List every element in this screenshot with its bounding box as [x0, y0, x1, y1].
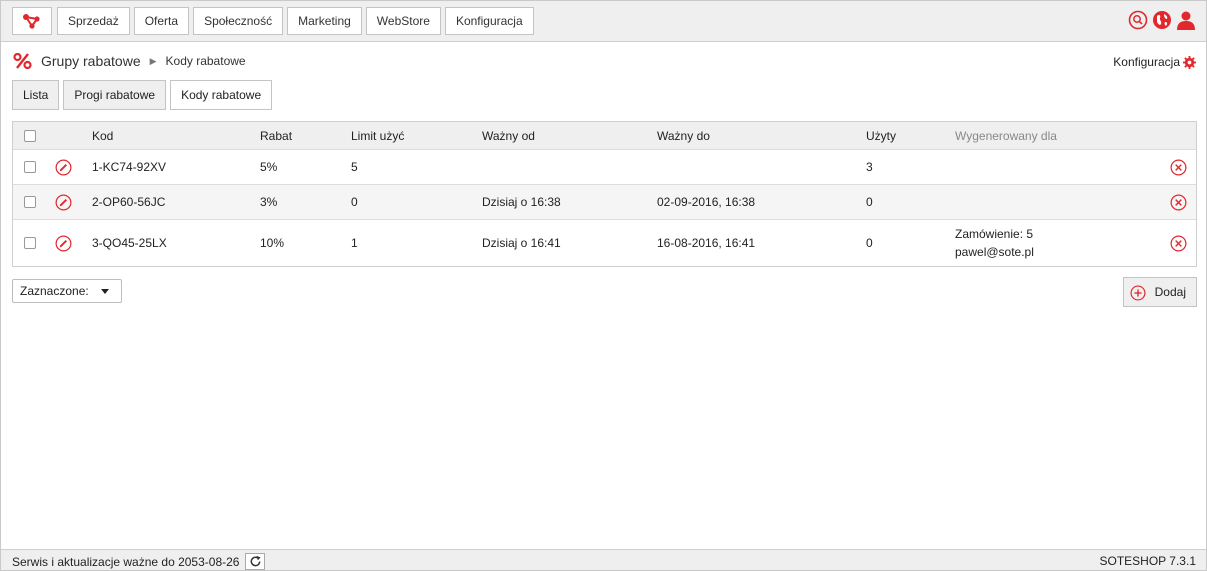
column-header-limit[interactable]: Limit użyć — [351, 129, 404, 143]
tab-lista[interactable]: Lista — [12, 80, 60, 110]
tab-bar: Lista Progi rabatowe Kody rabatowe — [12, 80, 273, 110]
gear-icon — [1183, 55, 1196, 69]
delete-icon[interactable] — [1170, 159, 1187, 176]
nav-spolecznosc[interactable]: Społeczność — [193, 7, 284, 35]
top-right-icons — [1128, 10, 1196, 30]
main-menu: Sprzedaż Oferta Społeczność Marketing We… — [57, 7, 534, 35]
cell-kod: 2-OP60-56JC — [92, 195, 166, 209]
cell-uzyty: 3 — [866, 160, 873, 174]
percent-icon — [13, 53, 32, 69]
row-checkbox[interactable] — [24, 161, 36, 173]
delete-icon[interactable] — [1170, 194, 1187, 211]
add-button[interactable]: Dodaj — [1123, 277, 1197, 307]
home-logo-button[interactable] — [12, 7, 52, 35]
column-header-wazny-od[interactable]: Ważny od — [482, 129, 535, 143]
cell-limit: 0 — [351, 195, 358, 209]
cell-limit: 1 — [351, 236, 358, 250]
tab-progi-rabatowe[interactable]: Progi rabatowe — [63, 80, 167, 110]
row-checkbox[interactable] — [24, 196, 36, 208]
refresh-icon — [250, 555, 261, 567]
discount-codes-table: Kod Rabat Limit użyć Ważny od Ważny do U… — [12, 121, 1197, 267]
tab-kody-rabatowe[interactable]: Kody rabatowe — [170, 80, 273, 110]
table-row: 1-KC74-92XV 5% 5 3 — [13, 150, 1196, 185]
cell-rabat: 10% — [260, 236, 285, 250]
cell-uzyty: 0 — [866, 195, 873, 209]
selected-actions-dropdown[interactable]: Zaznaczone: — [12, 279, 122, 303]
cell-uzyty: 0 — [866, 236, 873, 250]
cell-limit: 5 — [351, 160, 358, 174]
version-label: SOTESHOP 7.3.1 — [1099, 554, 1197, 568]
cell-wygenerowany-dla: Zamówienie: 5 pawel@sote.pl — [955, 225, 1034, 261]
table-header: Kod Rabat Limit użyć Ważny od Ważny do U… — [13, 122, 1196, 150]
edit-icon[interactable] — [55, 159, 72, 176]
cell-gen-line1: Zamówienie: 5 — [955, 227, 1034, 241]
cell-wazny-do: 16-08-2016, 16:41 — [657, 236, 756, 250]
select-all-checkbox[interactable] — [24, 130, 36, 142]
footer-service: Serwis i aktualizacje ważne do 2053-08-2… — [12, 553, 266, 570]
breadcrumb-section[interactable]: Grupy rabatowe — [41, 53, 141, 69]
globe-icon[interactable] — [1152, 10, 1172, 30]
row-checkbox[interactable] — [24, 237, 36, 249]
delete-icon[interactable] — [1170, 235, 1187, 252]
user-icon[interactable] — [1176, 10, 1196, 30]
table-row: 3-QO45-25LX 10% 1 Dzisiaj o 16:41 16-08-… — [13, 220, 1196, 266]
top-navigation-bar: Sprzedaż Oferta Społeczność Marketing We… — [1, 1, 1206, 42]
plus-circle-icon — [1130, 285, 1146, 301]
edit-icon[interactable] — [55, 235, 72, 252]
nav-oferta[interactable]: Oferta — [133, 7, 190, 35]
column-header-wygenerowany-dla: Wygenerowany dla — [955, 129, 1057, 143]
refresh-button[interactable] — [245, 553, 266, 570]
configuration-link[interactable]: Konfiguracja — [1113, 55, 1196, 69]
nav-sprzedaz[interactable]: Sprzedaż — [57, 7, 130, 35]
search-icon[interactable] — [1128, 10, 1148, 30]
breadcrumb-page: Kody rabatowe — [165, 54, 246, 68]
soteshop-logo-icon — [23, 14, 40, 29]
service-expiry-text: Serwis i aktualizacje ważne do 2053-08-2… — [12, 554, 240, 569]
cell-wazny-od: Dzisiaj o 16:38 — [482, 195, 561, 209]
breadcrumb: Grupy rabatowe ▶ Kody rabatowe — [13, 53, 246, 69]
selected-actions-label: Zaznaczone: — [20, 284, 89, 298]
nav-konfiguracja[interactable]: Konfiguracja — [444, 7, 534, 35]
footer: Serwis i aktualizacje ważne do 2053-08-2… — [1, 549, 1206, 570]
cell-kod: 3-QO45-25LX — [92, 236, 167, 250]
column-header-kod[interactable]: Kod — [92, 129, 113, 143]
column-header-uzyty[interactable]: Użyty — [866, 129, 896, 143]
cell-rabat: 5% — [260, 160, 278, 174]
cell-rabat: 3% — [260, 195, 278, 209]
nav-marketing[interactable]: Marketing — [287, 7, 362, 35]
caret-down-icon — [101, 289, 109, 294]
cell-gen-line2: pawel@sote.pl — [955, 245, 1034, 259]
add-button-label: Dodaj — [1154, 285, 1186, 299]
column-header-rabat[interactable]: Rabat — [260, 129, 292, 143]
cell-wazny-od: Dzisiaj o 16:41 — [482, 236, 561, 250]
cell-wazny-do: 02-09-2016, 16:38 — [657, 195, 756, 209]
column-header-wazny-do[interactable]: Ważny do — [657, 129, 710, 143]
table-row: 2-OP60-56JC 3% 0 Dzisiaj o 16:38 02-09-2… — [13, 185, 1196, 220]
breadcrumb-separator-icon: ▶ — [149, 55, 157, 66]
cell-kod: 1-KC74-92XV — [92, 160, 167, 174]
nav-webstore[interactable]: WebStore — [365, 7, 441, 35]
edit-icon[interactable] — [55, 194, 72, 211]
configuration-link-label: Konfiguracja — [1113, 55, 1180, 69]
